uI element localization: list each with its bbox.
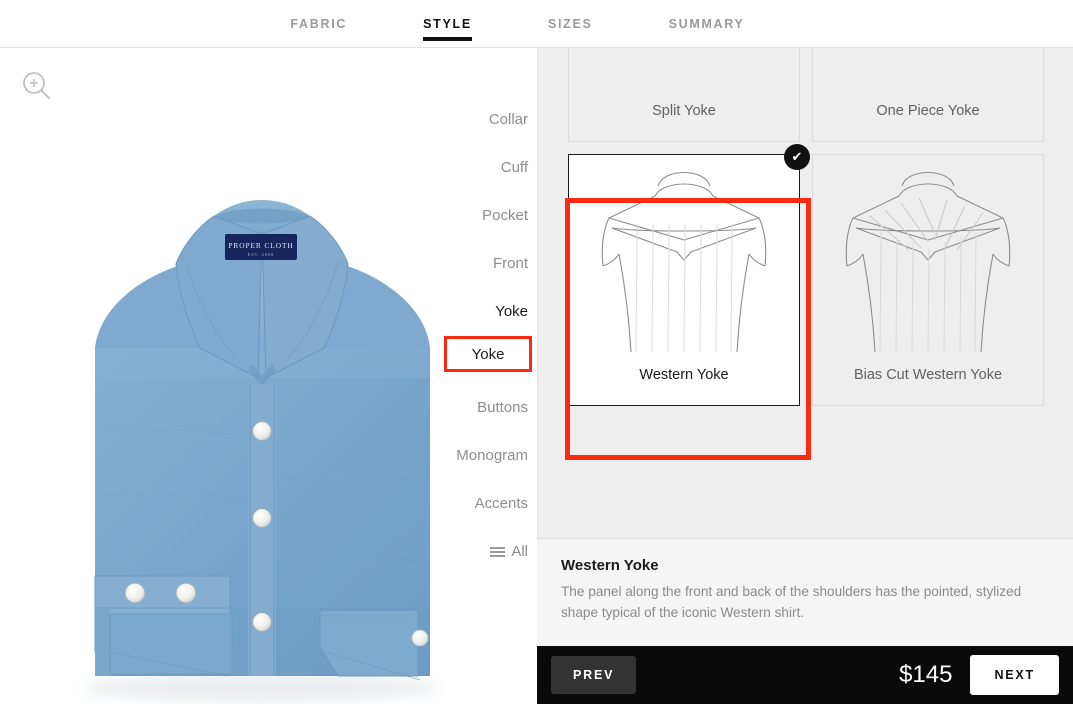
- tab-summary[interactable]: SUMMARY: [669, 0, 745, 48]
- option-card-split-yoke[interactable]: Split Yoke: [568, 48, 800, 142]
- footer-bar: PREV $145 NEXT: [537, 646, 1073, 704]
- category-item-collar[interactable]: Collar: [417, 96, 537, 144]
- option-card-one-piece-yoke[interactable]: One Piece Yoke: [812, 48, 1044, 142]
- western-yoke-illustration: [569, 155, 799, 361]
- tab-sizes[interactable]: SIZES: [548, 0, 593, 48]
- option-label-western-yoke: Western Yoke: [639, 367, 729, 383]
- category-item-accents[interactable]: Accents: [417, 480, 537, 528]
- brand-label-line1: PROPER CLOTH: [228, 241, 293, 250]
- shirt-customizer-app: FABRIC STYLE SIZES SUMMARY PROPER CLOTH …: [0, 0, 1073, 704]
- description-body: The panel along the front and back of th…: [561, 584, 1022, 620]
- options-grid: Split Yoke One Piece Yoke ✔ Western Yoke…: [538, 48, 1073, 442]
- option-label-bias-cut-western-yoke: Bias Cut Western Yoke: [853, 367, 1003, 383]
- option-card-western-yoke[interactable]: ✔ Western Yoke: [568, 144, 810, 406]
- split-yoke-illustration: [569, 48, 799, 97]
- option-label-split-yoke: Split Yoke: [652, 103, 716, 119]
- category-item-cuff[interactable]: Cuff: [417, 144, 537, 192]
- one-piece-yoke-illustration: [813, 48, 1043, 97]
- magnifier-plus-icon[interactable]: [20, 70, 54, 104]
- options-panel[interactable]: Split Yoke One Piece Yoke ✔ Western Yoke…: [537, 48, 1073, 538]
- category-item-front[interactable]: Front: [417, 240, 537, 288]
- price-total: $145: [899, 661, 953, 688]
- option-label-one-piece-yoke: One Piece Yoke: [876, 103, 980, 119]
- category-item-buttons[interactable]: Buttons: [417, 384, 537, 432]
- category-item-all-label: All: [511, 543, 528, 560]
- description-title: Western Yoke: [561, 557, 659, 574]
- step-nav: FABRIC STYLE SIZES SUMMARY: [290, 0, 782, 48]
- category-item-yoke-label: Yoke: [495, 303, 528, 320]
- prev-button[interactable]: PREV: [551, 656, 637, 694]
- bias-cut-western-yoke-illustration: [813, 155, 1043, 361]
- category-item-yoke[interactable]: Yoke: [417, 288, 537, 336]
- category-list: Collar Cuff Pocket Front Yoke Hem Button…: [417, 96, 537, 696]
- category-item-monogram[interactable]: Monogram: [417, 432, 537, 480]
- brand-label-line2: EST. 2008: [248, 252, 275, 257]
- next-button[interactable]: NEXT: [970, 655, 1059, 695]
- header: FABRIC STYLE SIZES SUMMARY: [0, 0, 1073, 48]
- annotation-category-label: Yoke: [471, 345, 505, 363]
- tab-fabric[interactable]: FABRIC: [290, 0, 347, 48]
- hamburger-menu-icon: [490, 544, 506, 559]
- selected-check-icon: ✔: [784, 144, 810, 170]
- option-description-panel: Western Yoke The panel along the front a…: [537, 538, 1073, 646]
- option-card-bias-cut-western-yoke[interactable]: Bias Cut Western Yoke: [812, 154, 1044, 406]
- tab-style[interactable]: STYLE: [423, 0, 472, 48]
- category-item-pocket[interactable]: Pocket: [417, 192, 537, 240]
- category-item-all[interactable]: All: [417, 528, 537, 576]
- product-viewer: PROPER CLOTH EST. 2008 Collar Cuff Pocke…: [0, 48, 537, 704]
